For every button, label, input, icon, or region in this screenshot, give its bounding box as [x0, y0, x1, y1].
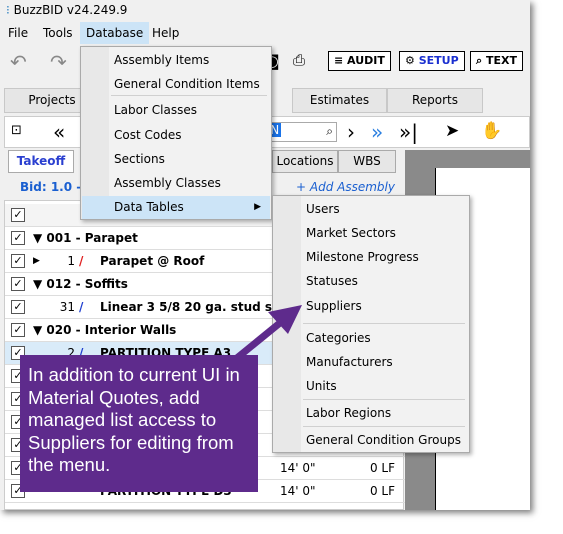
callout-annotation: In addition to current UI in Material Qu… [20, 355, 258, 492]
